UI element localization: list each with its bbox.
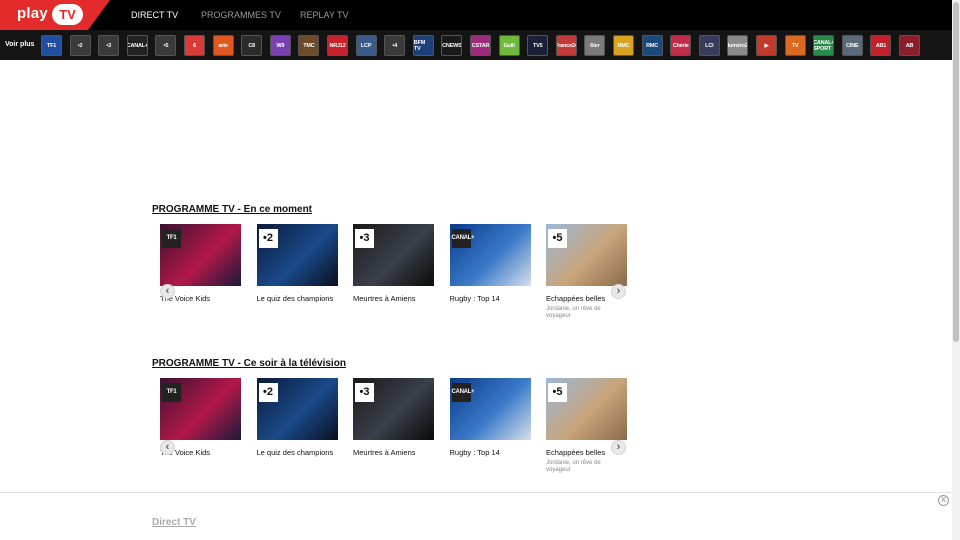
- program-thumbnail[interactable]: CANAL+: [449, 378, 531, 440]
- program-thumbnail[interactable]: TF1: [160, 224, 241, 286]
- channel-badge: TF1: [162, 383, 181, 402]
- page: play TV DIRECT TV PROGRAMMES TV REPLAY T…: [0, 0, 960, 540]
- channel-logo[interactable]: TMC: [298, 35, 320, 56]
- program-subtitle: Jordanie, un rêve de voyageur: [546, 306, 601, 319]
- channel-logo[interactable]: •5: [155, 35, 177, 56]
- program-card[interactable]: CANAL+ Rugby : Top 14: [449, 224, 531, 305]
- channel-badge: •3: [355, 383, 374, 402]
- channel-logo[interactable]: TF1: [41, 35, 62, 56]
- program-title[interactable]: Rugby : Top 14: [450, 293, 531, 305]
- channel-badge: CANAL+: [451, 229, 475, 248]
- channel-logo[interactable]: NRJ12: [327, 35, 348, 56]
- channel-logo[interactable]: CSTAR: [470, 35, 491, 56]
- logo-play-text: play: [17, 5, 48, 22]
- channel-badge: CANAL+: [451, 383, 475, 402]
- channel-logo[interactable]: CNEWS: [441, 35, 463, 56]
- channel-logo[interactable]: Chérie: [670, 35, 692, 56]
- channel-badge: •5: [548, 229, 567, 248]
- channel-logo[interactable]: arte: [212, 35, 234, 56]
- channel-logo[interactable]: AB1: [870, 35, 892, 56]
- channel-badge: •3: [355, 229, 374, 248]
- channel-logo[interactable]: TV: [784, 35, 806, 56]
- channel-badge: •2: [258, 229, 278, 248]
- channel-logo[interactable]: AB: [899, 35, 920, 56]
- program-title[interactable]: Le quiz des champions: [257, 293, 338, 305]
- carousel-prev-arrow[interactable]: ‹: [160, 440, 175, 455]
- section-title-ce-soir[interactable]: PROGRAMME TV - Ce soir à la télévision: [152, 358, 346, 369]
- program-card[interactable]: •3 Meurtres à Amiens: [353, 378, 434, 459]
- channel-logo[interactable]: Gulli: [498, 35, 520, 56]
- program-card[interactable]: •2 Le quiz des champions: [256, 378, 338, 459]
- carousel-next-arrow[interactable]: ›: [611, 284, 626, 299]
- direct-tv-heading[interactable]: Direct TV: [152, 517, 196, 528]
- channel-logo[interactable]: ▶: [756, 35, 777, 56]
- program-card[interactable]: •3 Meurtres à Amiens: [353, 224, 434, 305]
- program-card[interactable]: CANAL+ Rugby : Top 14: [449, 378, 531, 459]
- channel-logo[interactable]: RMC: [613, 35, 634, 56]
- section-title-en-ce-moment[interactable]: PROGRAMME TV - En ce moment: [152, 204, 312, 215]
- program-thumbnail[interactable]: •3: [353, 224, 434, 286]
- nav-replay-tv[interactable]: REPLAY TV: [300, 0, 349, 30]
- nav-programmes-tv[interactable]: PROGRAMMES TV: [201, 0, 281, 30]
- channel-logo[interactable]: •2: [69, 35, 91, 56]
- channel-badge: TF1: [162, 229, 181, 248]
- program-title[interactable]: Meurtres à Amiens: [353, 447, 434, 459]
- program-thumbnail[interactable]: •2: [256, 224, 338, 286]
- carousel-next-arrow[interactable]: ›: [611, 440, 626, 455]
- channels-bar: Voir plus TF1 •2 •3 CANAL+ •5 6 arte C8 W9 TMC NRJ…: [0, 30, 952, 60]
- channel-logo[interactable]: France24: [555, 35, 577, 56]
- channel-logo[interactable]: •4: [384, 35, 406, 56]
- program-thumbnail[interactable]: CANAL+: [449, 224, 531, 286]
- channel-logo[interactable]: 6: [184, 35, 205, 56]
- channel-badge: •2: [258, 383, 278, 402]
- carousel-prev-arrow[interactable]: ‹: [160, 284, 175, 299]
- channel-logo[interactable]: LCP: [355, 35, 377, 56]
- program-thumbnail[interactable]: •5: [546, 378, 627, 440]
- program-thumbnail[interactable]: •2: [256, 378, 338, 440]
- program-thumbnail[interactable]: TF1: [160, 378, 241, 440]
- channel-logo[interactable]: TV5: [527, 35, 549, 56]
- channel-logo[interactable]: Numéro23: [727, 35, 749, 56]
- channel-logo[interactable]: •3: [98, 35, 120, 56]
- program-thumbnail[interactable]: •3: [353, 378, 434, 440]
- divider: [0, 492, 952, 493]
- program-title[interactable]: Rugby : Top 14: [450, 447, 531, 459]
- program-card[interactable]: •5 Echappées belles Jordanie, un rêve de v…: [546, 224, 627, 320]
- program-card[interactable]: •5 Echappées belles Jordanie, un rêve de v…: [546, 378, 627, 474]
- logo-tv-badge: TV: [52, 4, 83, 25]
- channel-logo[interactable]: 6ter: [584, 35, 606, 56]
- program-card[interactable]: •2 Le quiz des champions: [256, 224, 338, 305]
- program-title[interactable]: Le quiz des champions: [257, 447, 338, 459]
- channel-logo[interactable]: LCI: [698, 35, 720, 56]
- channel-logo[interactable]: CANAL+: [126, 35, 148, 56]
- channel-badge: •5: [548, 383, 567, 402]
- channel-logo[interactable]: RMC: [641, 35, 663, 56]
- program-subtitle: Jordanie, un rêve de voyageur: [546, 460, 601, 473]
- channel-logo[interactable]: CINE: [841, 35, 863, 56]
- channel-logo[interactable]: W9: [269, 35, 291, 56]
- top-nav: play TV DIRECT TV PROGRAMMES TV REPLAY T…: [0, 0, 952, 30]
- program-thumbnail[interactable]: •5: [546, 224, 627, 286]
- scrollbar-thumb[interactable]: [953, 2, 959, 342]
- channel-logo[interactable]: C8: [241, 35, 263, 56]
- channel-logo[interactable]: BFM TV: [412, 35, 434, 56]
- nav-direct-tv[interactable]: DIRECT TV: [131, 0, 178, 30]
- playtv-logo[interactable]: play TV: [0, 0, 110, 30]
- channel-logo[interactable]: CANAL+ SPORT: [813, 35, 835, 56]
- program-title[interactable]: Meurtres à Amiens: [353, 293, 434, 305]
- voir-plus-link[interactable]: Voir plus: [5, 30, 34, 60]
- close-icon[interactable]: X: [938, 495, 949, 506]
